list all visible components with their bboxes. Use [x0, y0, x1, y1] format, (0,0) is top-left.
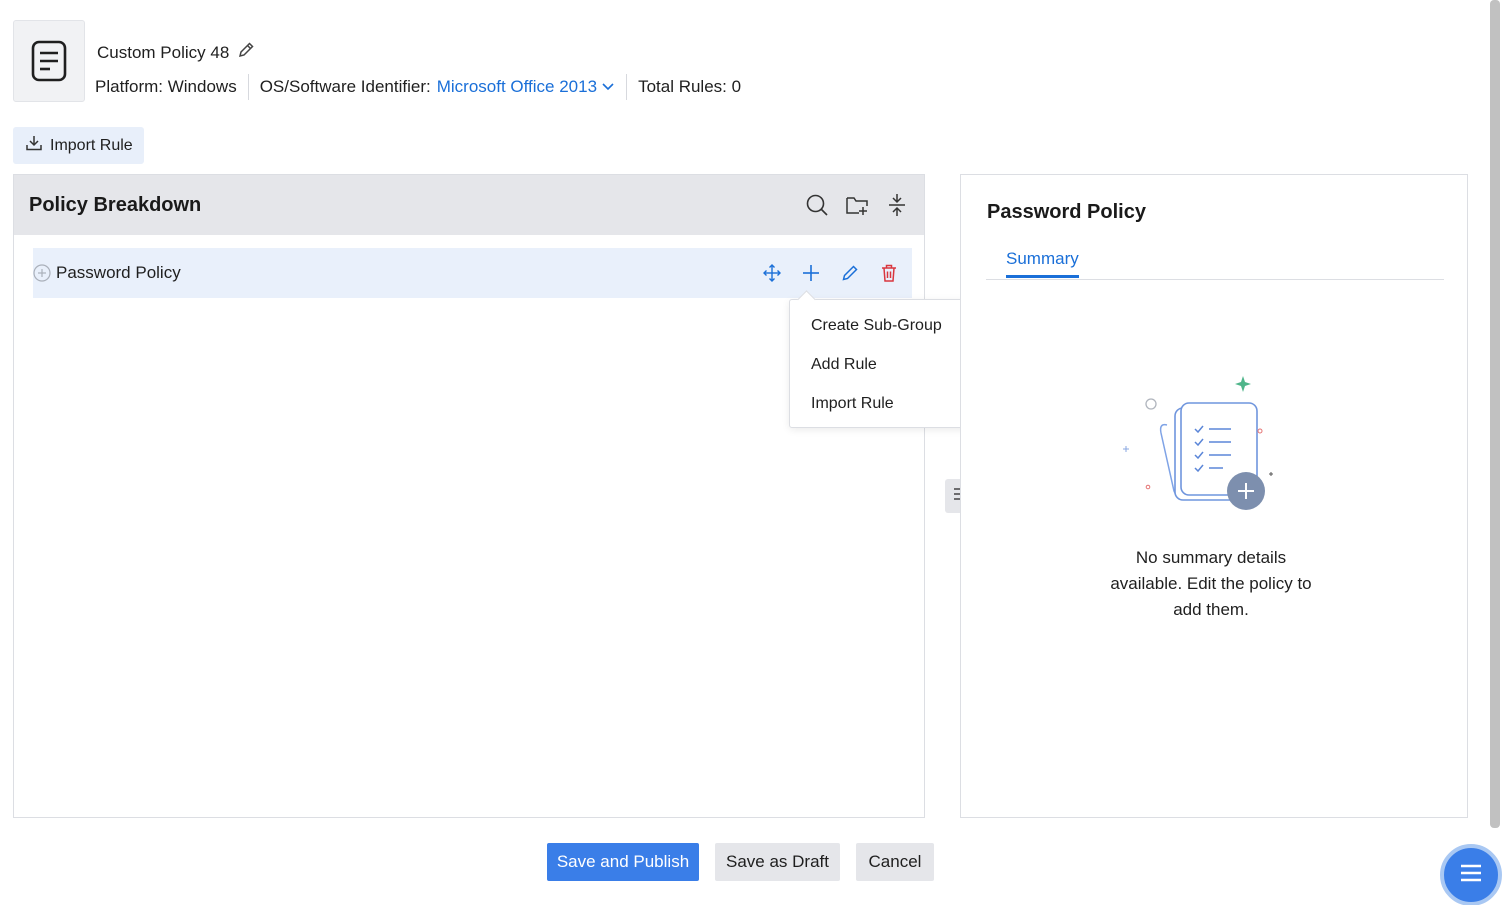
save-and-publish-button[interactable]: Save and Publish [547, 843, 699, 881]
import-rule-label: Import Rule [50, 136, 133, 154]
policy-name-text: Custom Policy 48 [97, 42, 230, 62]
search-icon[interactable] [804, 191, 830, 219]
tree-item-password-policy[interactable]: Password Policy [33, 248, 912, 298]
identifier-value: Microsoft Office 2013 [436, 77, 598, 96]
download-icon [25, 134, 43, 157]
total-rules: Total Rules: 0 [638, 77, 742, 96]
detail-tabs: Summary [986, 247, 1444, 280]
cancel-button[interactable]: Cancel [856, 843, 934, 881]
empty-checklist-illustration [1119, 373, 1279, 518]
expand-circle-icon[interactable] [33, 264, 51, 282]
save-as-draft-button[interactable]: Save as Draft [715, 843, 840, 881]
chevron-down-icon [601, 77, 615, 97]
policy-meta-row: Platform: Windows OS/Software Identifier… [95, 74, 741, 100]
divider [626, 74, 628, 100]
edit-pencil-icon[interactable] [838, 262, 861, 284]
tree-item-label: Password Policy [56, 263, 181, 282]
identifier-dropdown[interactable]: Microsoft Office 2013 [437, 77, 615, 97]
policy-document-icon [13, 20, 85, 102]
trash-icon[interactable] [877, 262, 900, 284]
identifier-label: OS/Software Identifier: [259, 77, 431, 96]
move-icon[interactable] [760, 262, 783, 284]
collapse-all-icon[interactable] [884, 191, 910, 219]
panel-header-actions [804, 191, 910, 219]
tab-summary[interactable]: Summary [1006, 249, 1079, 278]
policy-name: Custom Policy 48 [97, 41, 255, 64]
empty-summary-message: No summary details available. Edit the p… [1110, 548, 1312, 619]
policy-detail-panel: Password Policy Summary No summary detai… [960, 174, 1468, 818]
policy-breakdown-panel: Policy Breakdown Password Policy [13, 174, 925, 818]
detail-title: Password Policy [987, 201, 1146, 223]
policy-breakdown-title: Policy Breakdown [29, 193, 202, 216]
platform-label: Platform: Windows [95, 77, 237, 96]
add-icon[interactable] [799, 262, 822, 284]
page-scrollbar[interactable] [1490, 0, 1500, 828]
pencil-icon[interactable] [237, 41, 255, 64]
floating-menu-button[interactable] [1440, 844, 1502, 905]
hamburger-menu-icon [1459, 863, 1483, 888]
divider [247, 74, 249, 100]
import-rule-button[interactable]: Import Rule [13, 127, 144, 164]
policy-breakdown-header: Policy Breakdown [14, 175, 924, 235]
add-folder-icon[interactable] [844, 191, 870, 219]
tree-item-actions [760, 262, 900, 284]
